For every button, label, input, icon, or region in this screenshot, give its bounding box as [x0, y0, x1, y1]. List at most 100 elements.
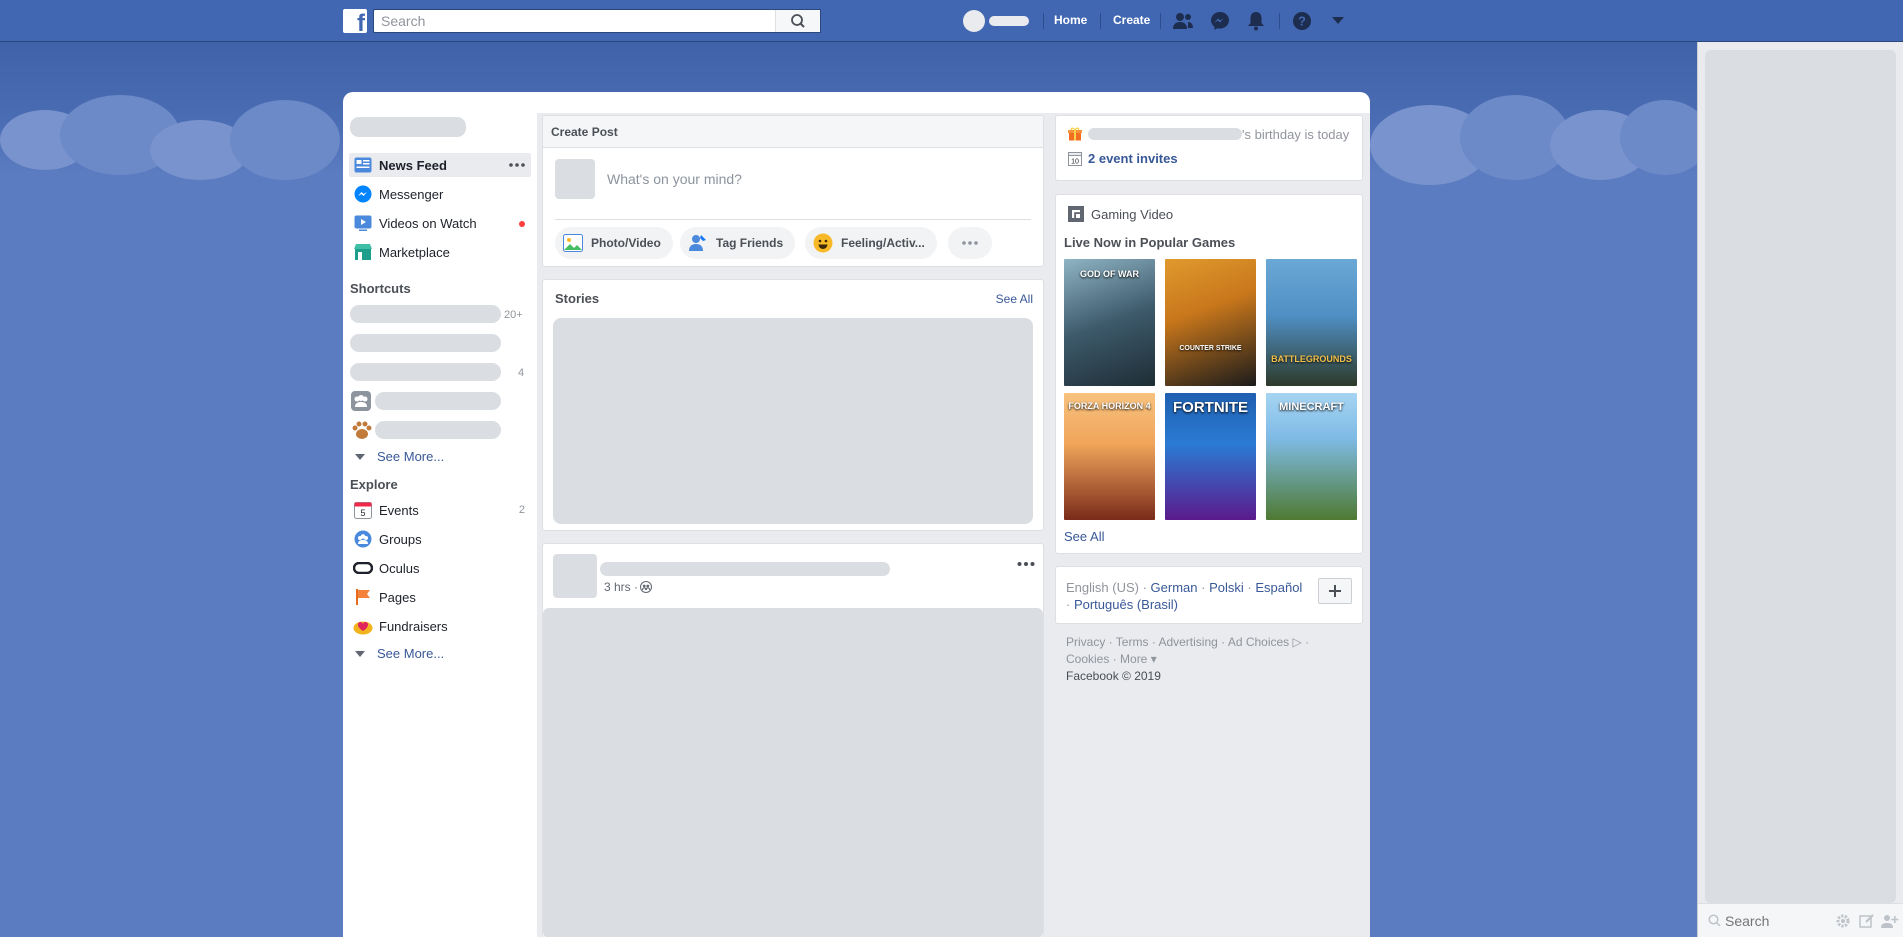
shortcut-item[interactable] [350, 363, 501, 381]
caret-down-icon [355, 650, 365, 657]
language-polski-link[interactable]: Polski [1209, 580, 1244, 595]
search-input[interactable] [374, 10, 774, 32]
shortcut-count: 20+ [504, 309, 523, 321]
sidebar-item-oculus[interactable]: Oculus [349, 556, 533, 580]
divider [1279, 13, 1280, 29]
new-group-icon[interactable] [1881, 913, 1899, 932]
shortcut-item[interactable] [375, 421, 501, 439]
post-options-icon[interactable] [1017, 556, 1035, 570]
event-invites-link[interactable]: 2 event invites [1088, 151, 1178, 166]
game-title: FORTNITE [1173, 399, 1248, 416]
profile-name-placeholder[interactable] [350, 117, 466, 137]
language-portugues-link[interactable]: Português (Brasil) [1074, 597, 1178, 612]
friend-requests-icon[interactable] [1172, 10, 1194, 32]
chat-search-input[interactable] [1725, 911, 1825, 931]
sidebar-item-marketplace[interactable]: Marketplace [349, 240, 533, 264]
sidebar-item-label: Videos on Watch [379, 215, 477, 231]
game-thumbnail-battlegrounds[interactable]: BATTLEGROUNDS [1266, 259, 1357, 386]
profile-link[interactable] [963, 10, 1035, 32]
gear-icon[interactable] [1835, 913, 1851, 932]
stories-see-all-link[interactable]: See All [996, 292, 1033, 306]
shortcut-count: 4 [518, 367, 525, 379]
sidebar-item-label: Pages [379, 589, 416, 605]
game-title: FORZA HORIZON 4 [1068, 401, 1151, 411]
sidebar-item-fundraisers[interactable]: Fundraisers [349, 614, 533, 638]
shortcut-item[interactable] [350, 334, 501, 352]
top-bar: f Home Create ? [0, 0, 1903, 42]
notification-dot [519, 221, 525, 227]
search-icon [791, 14, 805, 28]
sidebar-item-messenger[interactable]: Messenger [349, 182, 533, 206]
audience-friends-icon[interactable] [640, 581, 652, 596]
avatar[interactable] [553, 554, 597, 598]
friend-name-placeholder[interactable] [1088, 128, 1242, 140]
facebook-logo-icon[interactable]: f [343, 9, 367, 33]
oculus-icon [353, 559, 373, 577]
divider [1100, 13, 1101, 29]
sidebar-item-label: Fundraisers [379, 618, 448, 634]
svg-text:10: 10 [1071, 159, 1079, 166]
create-post-composer: Create Post What's on your mind? Photo/V… [542, 115, 1044, 267]
sidebar-item-pages[interactable]: Pages [349, 585, 533, 609]
sidebar-item-news-feed[interactable]: News Feed [349, 153, 531, 177]
marketplace-icon [353, 243, 373, 261]
birthday-text: 's birthday is today [1242, 127, 1350, 142]
more-options-button[interactable] [948, 227, 992, 259]
sidebar-item-events[interactable]: 5 Events 2 [349, 498, 533, 522]
create-link[interactable]: Create [1113, 13, 1150, 27]
more-options-icon[interactable] [509, 159, 525, 174]
fundraisers-heart-icon [353, 617, 373, 635]
game-title: GOD OF WAR [1080, 269, 1139, 279]
shortcut-item[interactable] [350, 305, 501, 323]
see-more-explore-link[interactable]: See More... [355, 646, 444, 661]
stories-panel: Stories See All [542, 279, 1044, 531]
notifications-bell-icon[interactable] [1245, 10, 1267, 32]
feed-post: 3 hrs · [542, 543, 1044, 937]
game-thumbnail-forza-horizon[interactable]: FORZA HORIZON 4 [1064, 393, 1155, 520]
post-media-placeholder[interactable] [543, 608, 1043, 937]
gaming-video-title[interactable]: Gaming Video [1091, 207, 1173, 222]
compose-message-icon[interactable] [1859, 913, 1875, 932]
post-author-placeholder[interactable] [600, 562, 890, 576]
game-thumbnail-minecraft[interactable]: MINECRAFT [1266, 393, 1357, 520]
search-button[interactable] [775, 10, 820, 32]
events-icon: 5 [353, 501, 373, 519]
photo-icon [563, 233, 583, 253]
home-link[interactable]: Home [1054, 13, 1087, 27]
gift-icon [1068, 127, 1082, 144]
game-title: BATTLEGROUNDS [1271, 354, 1352, 364]
language-espanol-link[interactable]: Español [1255, 580, 1302, 595]
language-panel: English (US) · German · Polski · Español… [1055, 566, 1363, 624]
see-more-shortcuts-link[interactable]: See More... [355, 449, 444, 464]
footer-links[interactable]: Cookies · More ▾ [1066, 651, 1356, 668]
shortcut-item[interactable] [375, 392, 501, 410]
messenger-icon[interactable] [1209, 10, 1231, 32]
tag-friends-button[interactable]: Tag Friends [680, 227, 796, 259]
see-more-label: See More... [377, 646, 445, 661]
language-german-link[interactable]: German [1151, 580, 1198, 595]
stories-title: Stories [555, 291, 600, 306]
composer-input[interactable]: What's on your mind? [607, 171, 742, 187]
game-thumbnail-fortnite[interactable]: FORTNITE [1165, 393, 1256, 520]
sidebar-item-groups[interactable]: Groups [349, 527, 533, 551]
help-icon[interactable]: ? [1291, 10, 1313, 32]
sidebar-item-watch[interactable]: Videos on Watch [349, 211, 533, 235]
gaming-video-icon [1068, 206, 1084, 225]
game-title: COUNTER STRIKE [1179, 345, 1242, 352]
feeling-activity-button[interactable]: Feeling/Activ... [805, 227, 937, 259]
avatar [963, 10, 985, 32]
footer-links[interactable]: Privacy · Terms · Advertising · Ad Choic… [1066, 634, 1356, 651]
add-language-button[interactable] [1318, 578, 1352, 604]
smiley-icon [813, 233, 833, 253]
post-timestamp[interactable]: 3 hrs · [604, 580, 638, 594]
chat-contacts-placeholder[interactable] [1705, 50, 1896, 903]
gaming-video-panel: Gaming Video Live Now in Popular Games G… [1055, 194, 1363, 554]
shortcuts-heading: Shortcuts [350, 281, 411, 296]
game-thumbnail-god-of-war[interactable]: GOD OF WAR [1064, 259, 1155, 386]
gaming-see-all-link[interactable]: See All [1064, 529, 1104, 544]
stories-placeholder[interactable] [553, 318, 1033, 524]
photo-video-button[interactable]: Photo/Video [555, 227, 673, 259]
svg-text:?: ? [1298, 14, 1306, 29]
account-menu-chevron-down-icon[interactable] [1327, 10, 1349, 32]
game-thumbnail-counter-strike[interactable]: COUNTER STRIKE [1165, 259, 1256, 386]
